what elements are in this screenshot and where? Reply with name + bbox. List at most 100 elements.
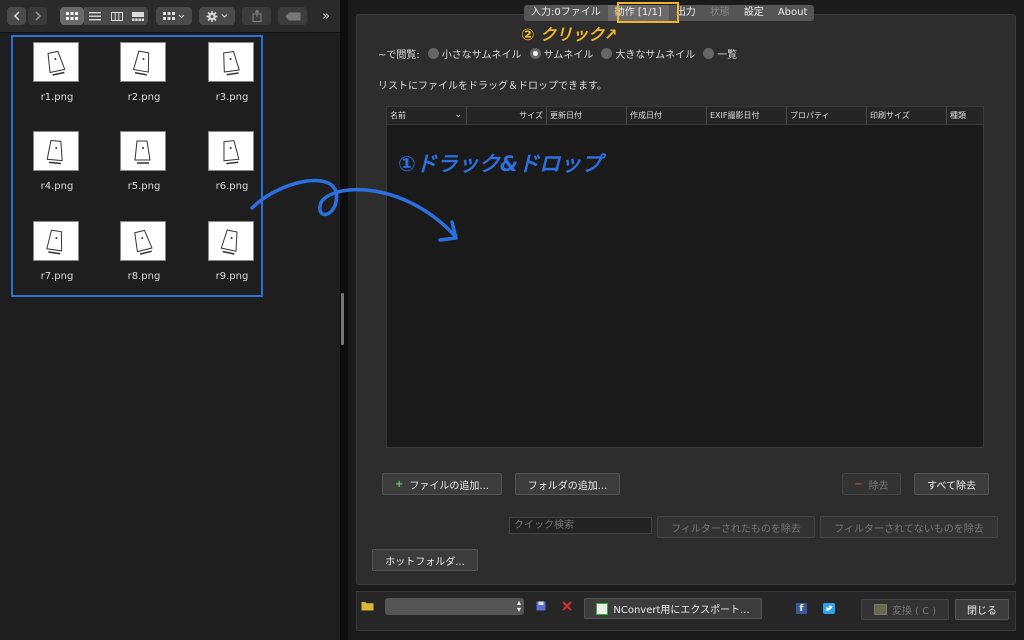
file-icon-item[interactable]: r6.png — [197, 125, 267, 205]
file-name: r1.png — [40, 92, 74, 103]
preset-select[interactable]: ▴ ▾ — [385, 598, 524, 615]
file-icon-item[interactable]: r8.png — [109, 215, 179, 295]
export-nconvert-button[interactable]: NConvert用にエクスポート... — [584, 598, 762, 619]
tab-settings[interactable]: 設定 — [737, 5, 771, 21]
image-thumbnail — [120, 131, 166, 171]
file-icon-item[interactable]: r3.png — [197, 36, 267, 116]
tab-about[interactable]: About — [771, 5, 815, 21]
action-button[interactable] — [199, 7, 235, 25]
file-icon-item[interactable]: r7.png — [22, 215, 92, 295]
share-button[interactable] — [242, 7, 271, 25]
column-header-print-size[interactable]: 印刷サイズ — [867, 107, 947, 124]
save-preset-icon[interactable] — [536, 601, 546, 611]
twitter-icon[interactable] — [823, 603, 835, 614]
tag-icon — [285, 12, 300, 20]
file-name: r7.png — [40, 271, 74, 282]
back-button[interactable] — [7, 7, 26, 25]
radio-small-thumbnails[interactable] — [427, 48, 439, 59]
grid-icon — [66, 11, 78, 20]
export-nconvert-label: NConvert用にエクスポート... — [613, 605, 750, 616]
column-header-created[interactable]: 作成日付 — [627, 107, 707, 124]
radio-large-thumbnails[interactable] — [601, 48, 613, 59]
group-button[interactable] — [156, 7, 192, 25]
remove-label: 除去 — [868, 480, 889, 492]
list-view-button[interactable] — [84, 7, 106, 25]
remove-filtered-button[interactable]: フィルターされたものを除去 — [657, 516, 815, 538]
image-preview-icon — [46, 139, 63, 165]
file-icon-item[interactable]: r5.png — [109, 125, 179, 205]
hot-folder-button[interactable]: ホットフォルダ... — [372, 549, 478, 571]
add-file-label: ファイルの追加... — [409, 480, 489, 492]
radio-list[interactable] — [703, 48, 715, 59]
tag-button[interactable] — [278, 7, 307, 25]
radio-small-thumbnails-label: 小さなサムネイル — [441, 50, 522, 61]
column-header-exif-date[interactable]: EXIF撮影日付 — [707, 107, 787, 124]
remove-button[interactable]: − 除去 — [842, 473, 901, 495]
image-thumbnail — [120, 221, 166, 261]
columns-icon — [111, 11, 123, 21]
delete-preset-icon[interactable] — [562, 601, 572, 611]
image-thumbnail — [208, 221, 254, 261]
finder-window: » r1.png r2.png r3.png r4.png r5.png r6.png r7… — [0, 0, 340, 640]
radio-thumbnails[interactable] — [529, 48, 541, 59]
close-button[interactable]: 閉じる — [955, 599, 1009, 620]
list-icon — [89, 11, 101, 20]
more-toolbar-button[interactable]: » — [318, 7, 334, 25]
view-mode-row: ~で閲覧: 小さなサムネイル サムネイル 大きなサムネイル 一覧 — [378, 46, 737, 61]
drop-hint: リストにファイルをドラッグ＆ドロップできます。 — [378, 81, 607, 92]
image-preview-icon — [223, 140, 240, 165]
column-header-name[interactable]: 名前 ⌄ — [387, 107, 467, 124]
image-preview-icon — [223, 50, 240, 76]
image-thumbnail — [208, 131, 254, 171]
gallery-view-button[interactable] — [128, 7, 148, 25]
add-file-button[interactable]: + ファイルの追加... — [382, 473, 502, 495]
file-icon-item[interactable]: r2.png — [109, 36, 179, 116]
column-view-button[interactable] — [106, 7, 128, 25]
image-thumbnail — [33, 42, 79, 82]
icon-view-button[interactable] — [60, 7, 84, 25]
remove-unfiltered-button[interactable]: フィルターされてないものを除去 — [820, 516, 998, 538]
file-icon-item[interactable]: r4.png — [22, 125, 92, 205]
gallery-icon — [132, 11, 144, 21]
image-preview-icon — [134, 229, 153, 255]
view-mode-label: ~で閲覧: — [378, 50, 420, 61]
radio-list-label: 一覧 — [717, 50, 738, 61]
add-folder-button[interactable]: フォルダの追加... — [515, 473, 620, 495]
column-header-modified[interactable]: 更新日付 — [547, 107, 627, 124]
image-thumbnail — [208, 42, 254, 82]
forward-button[interactable] — [28, 7, 47, 25]
convert-icon — [873, 604, 887, 615]
convert-button[interactable]: 変換 ( C ) — [861, 599, 949, 620]
split-handle[interactable] — [341, 293, 344, 345]
image-preview-icon — [46, 229, 63, 255]
updown-icon: ▴ ▾ — [516, 598, 521, 614]
column-header-size[interactable]: サイズ — [467, 107, 547, 124]
chevron-right-icon — [34, 11, 41, 21]
facebook-icon[interactable]: f — [796, 603, 807, 614]
gear-icon — [206, 10, 228, 22]
image-preview-icon — [134, 140, 151, 164]
column-header-type[interactable]: 種類 — [947, 107, 983, 124]
remove-all-button[interactable]: すべて除去 — [914, 473, 989, 495]
share-icon — [252, 10, 261, 22]
image-preview-icon — [47, 50, 66, 76]
file-icon-item[interactable]: r1.png — [22, 36, 92, 116]
chevron-left-icon — [13, 11, 20, 21]
file-name: r9.png — [215, 271, 249, 282]
file-name: r3.png — [215, 92, 249, 103]
quick-search-input[interactable] — [509, 517, 652, 534]
group-grid-icon — [163, 11, 185, 20]
column-header-properties[interactable]: プロパティ — [787, 107, 867, 124]
chevron-down-icon: ⌄ — [454, 110, 462, 120]
radio-large-thumbnails-label: 大きなサムネイル — [615, 50, 696, 61]
tab-status[interactable]: 状態 — [703, 5, 737, 21]
image-thumbnail — [33, 131, 79, 171]
file-name: r5.png — [127, 181, 161, 192]
image-preview-icon — [132, 50, 150, 76]
folder-open-icon[interactable] — [361, 600, 374, 611]
file-name: r8.png — [127, 271, 161, 282]
file-icon-item[interactable]: r9.png — [197, 215, 267, 295]
tab-input[interactable]: 入力:0ファイル — [524, 5, 608, 21]
radio-thumbnails-label: サムネイル — [543, 50, 594, 61]
file-name: r4.png — [40, 181, 74, 192]
